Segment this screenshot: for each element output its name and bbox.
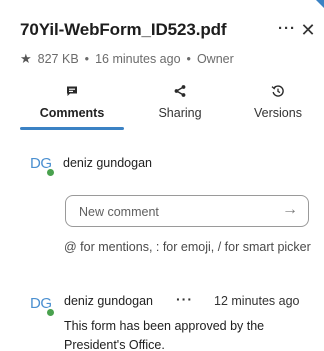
tab-sharing-label: Sharing <box>158 106 202 120</box>
active-tab-indicator <box>20 127 124 130</box>
tab-versions-label: Versions <box>254 106 302 120</box>
online-status-icon <box>45 307 56 318</box>
comment-icon <box>20 84 124 102</box>
avatar[interactable]: DG <box>30 153 56 179</box>
current-user-name: deniz gundogan <box>63 156 152 170</box>
comment-author: deniz gundogan <box>64 294 153 308</box>
close-icon: ✕ <box>300 20 316 40</box>
share-icon <box>135 84 225 102</box>
star-icon[interactable]: ★ <box>20 51 32 67</box>
window-corner-accent <box>316 0 324 8</box>
meta-separator: • <box>186 52 191 66</box>
new-comment-input[interactable]: New comment → <box>65 195 309 227</box>
meta-separator: • <box>84 52 90 66</box>
comment-actions-button[interactable]: ··· <box>176 291 193 307</box>
sidebar-header: 70Yil-WebForm_ID523.pdf ··· ✕ <box>20 20 316 40</box>
online-status-icon <box>45 167 56 178</box>
tab-bar: Comments Sharing Versions <box>20 84 310 130</box>
tab-comments-label: Comments <box>39 106 105 120</box>
tab-comments[interactable]: Comments <box>20 84 124 124</box>
file-size: 827 KB <box>37 52 79 66</box>
arrow-right-icon[interactable]: → <box>282 201 298 219</box>
tab-sharing[interactable]: Sharing <box>135 84 225 124</box>
file-meta: ★ 827 KB • 16 minutes ago • Owner <box>20 51 234 67</box>
comment-header: deniz gundogan ··· 12 minutes ago <box>64 291 314 310</box>
comment-timestamp: 12 minutes ago <box>214 294 300 308</box>
tab-versions[interactable]: Versions <box>240 84 316 124</box>
more-actions-button[interactable]: ··· <box>278 20 296 40</box>
history-icon <box>240 84 316 102</box>
comment-avatar[interactable]: DG <box>30 293 56 319</box>
close-sidebar-button[interactable]: ✕ <box>298 20 318 40</box>
ellipsis-icon: ··· <box>278 20 296 37</box>
file-role: Owner <box>196 52 234 66</box>
file-modified: 16 minutes ago <box>95 52 181 66</box>
comment-text: This form has been approved by the Presi… <box>64 319 265 351</box>
file-title: 70Yil-WebForm_ID523.pdf <box>20 20 227 39</box>
comment-hint: @ for mentions, : for emoji, / for smart… <box>64 240 311 254</box>
new-comment-placeholder: New comment <box>79 205 159 219</box>
